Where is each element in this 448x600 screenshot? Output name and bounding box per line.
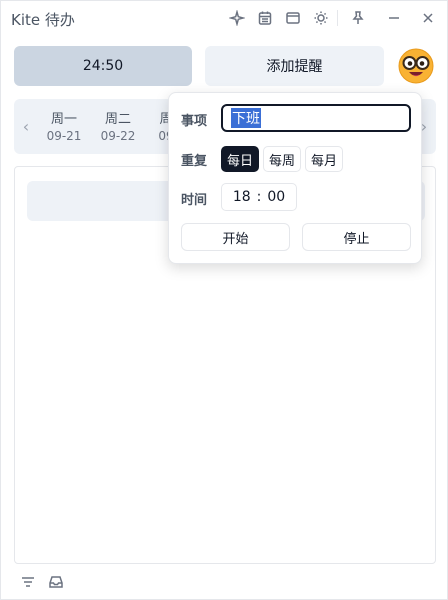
time-hour[interactable]: 18 <box>233 189 251 205</box>
time-minute[interactable]: 00 <box>267 189 285 205</box>
app-title: Kite 待办 <box>11 11 75 29</box>
calendar-icon[interactable] <box>256 9 274 27</box>
minimize-icon[interactable] <box>385 9 403 27</box>
title-bar: Kite 待办 <box>1 1 448 37</box>
inbox-icon[interactable] <box>47 573 65 591</box>
task-label: 事项 <box>181 114 208 129</box>
sun-icon[interactable] <box>312 9 330 27</box>
time-separator: : <box>256 189 262 205</box>
day-item[interactable]: 周二 09-22 <box>96 108 140 143</box>
repeat-weekly-option[interactable]: 每周 <box>263 146 302 172</box>
avatar[interactable] <box>397 47 435 85</box>
filter-icon[interactable] <box>19 573 37 591</box>
app-window: Kite 待办 24:50 添加提醒 ‹ 周一 09-21 周二 09-22 周… <box>0 0 448 600</box>
start-button[interactable]: 开始 <box>181 223 290 251</box>
window-icon[interactable] <box>284 9 302 27</box>
day-name: 周二 <box>104 112 131 127</box>
timer-button[interactable]: 24:50 <box>14 46 192 86</box>
day-item[interactable]: 周一 09-21 <box>42 108 86 143</box>
add-reminder-button[interactable]: 添加提醒 <box>205 46 384 86</box>
stop-button[interactable]: 停止 <box>302 223 411 251</box>
repeat-label: 重复 <box>181 154 208 169</box>
close-icon[interactable] <box>419 9 437 27</box>
time-label: 时间 <box>181 193 208 208</box>
time-picker[interactable]: 18 : 00 <box>221 183 297 211</box>
chevron-left-icon[interactable]: ‹ <box>16 116 36 136</box>
repeat-daily-option[interactable]: 每日 <box>221 146 260 172</box>
day-date: 09-22 <box>100 129 136 143</box>
pin-icon[interactable] <box>349 9 367 27</box>
day-date: 09-21 <box>46 129 82 143</box>
sparkle-icon[interactable] <box>228 9 246 27</box>
day-name: 周一 <box>50 112 77 127</box>
reminder-popover: 事项 下班 重复 每日 每周 每月 时间 18 : 00 开始 停止 <box>168 92 422 264</box>
task-input-value: 下班 <box>231 108 261 128</box>
task-input[interactable]: 下班 <box>221 104 411 132</box>
repeat-monthly-option[interactable]: 每月 <box>305 146 344 172</box>
titlebar-divider <box>337 10 338 26</box>
